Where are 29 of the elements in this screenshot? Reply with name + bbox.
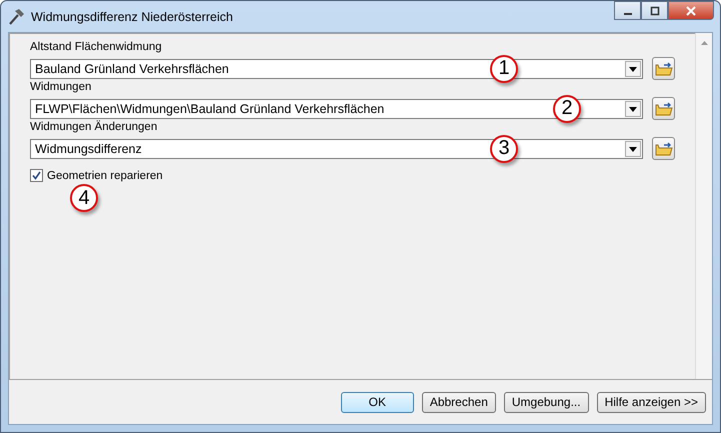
- dialog-button[interactable]: Abbrechen: [422, 392, 496, 412]
- callout-number: 1: [490, 54, 518, 82]
- folder-icon: [654, 140, 672, 156]
- field-label: Altstand Flächenwidmung: [30, 41, 163, 55]
- field-label: Widmungen: [30, 81, 92, 95]
- minimize-icon: [624, 12, 632, 14]
- callout-number: 4: [70, 184, 98, 212]
- folder-icon: [654, 60, 672, 76]
- hammer-icon: [7, 8, 25, 26]
- callout-number: 3: [490, 134, 518, 162]
- dialog-button[interactable]: Umgebung...: [504, 392, 589, 412]
- scrollbar[interactable]: [695, 33, 712, 379]
- dialog-button[interactable]: Hilfe anzeigen >>: [596, 392, 706, 412]
- field-label: Widmungen Änderungen: [30, 121, 158, 135]
- checkbox[interactable]: [30, 169, 43, 182]
- callout-number: 2: [553, 94, 581, 122]
- close-button[interactable]: [668, 1, 714, 20]
- dialog-button[interactable]: OK: [340, 392, 414, 412]
- window-title: Widmungsdifferenz Niederösterreich: [31, 10, 233, 24]
- scroll-up-arrow-icon: [700, 40, 708, 46]
- minimize-button[interactable]: [614, 1, 641, 20]
- browse-button[interactable]: [652, 137, 675, 160]
- checkbox-label: Geometrien reparieren: [47, 170, 163, 182]
- browse-button[interactable]: [652, 97, 675, 120]
- browse-button[interactable]: [652, 57, 675, 80]
- folder-icon: [654, 100, 672, 116]
- close-icon: [685, 6, 697, 16]
- maximize-icon: [650, 6, 660, 16]
- maximize-button[interactable]: [641, 1, 668, 20]
